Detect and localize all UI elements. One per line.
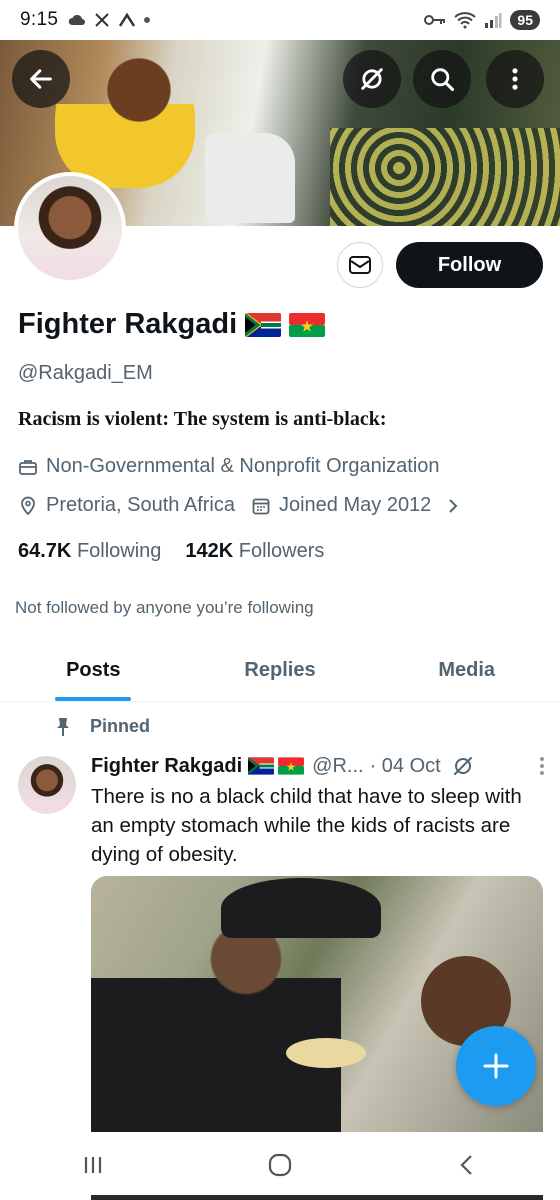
search-button[interactable] [413, 50, 471, 108]
pinned-label: Pinned [90, 716, 151, 736]
tab-replies[interactable]: Replies [187, 640, 374, 701]
profile-avatar-image [18, 176, 122, 280]
followers-label: Followers [238, 540, 325, 562]
back-nav-icon[interactable] [453, 1151, 481, 1179]
followers-count: 142K [185, 540, 234, 562]
profile-handle: @Rakgadi_EM [18, 362, 153, 384]
chevron-right-icon[interactable] [443, 496, 463, 516]
profile-category: Non-Governmental & Nonprofit Organizatio… [46, 455, 440, 477]
back-icon [30, 69, 52, 89]
dot-icon [144, 17, 151, 23]
banner-person [55, 48, 195, 188]
calendar-icon [252, 498, 270, 514]
tweet-avatar[interactable] [18, 756, 76, 814]
grok-icon[interactable] [451, 754, 475, 778]
profile-location-row: Pretoria, South Africa Joined May 2012 [18, 494, 463, 517]
profile-category-row: Non-Governmental & Nonprofit Organizatio… [18, 455, 440, 478]
following-count: 64.7K [18, 540, 72, 562]
profile-joined: Joined May 2012 [278, 494, 432, 516]
more-icon [512, 68, 518, 90]
burkina-faso-flag-icon [278, 757, 305, 775]
tweet-text: There is no a black child that have to s… [91, 785, 522, 866]
media-cap [221, 878, 381, 938]
tweet-more-icon[interactable] [538, 755, 546, 777]
following-link[interactable]: 64.7K Following [18, 540, 161, 563]
status-notification-icons [68, 12, 151, 28]
profile-bio: Racism is violent: The system is anti-bl… [18, 408, 387, 430]
wifi-icon [454, 12, 477, 29]
status-time: 9:15 [20, 9, 59, 30]
next-post-preview [91, 1195, 543, 1200]
briefcase-icon [19, 459, 37, 475]
more-options-button[interactable] [486, 50, 544, 108]
banner-mats [330, 128, 560, 226]
signal-icon [485, 13, 502, 28]
tweet-date: · 04 Oct [369, 754, 441, 777]
profile-avatar[interactable] [14, 172, 126, 284]
tab-media[interactable]: Media [373, 640, 560, 701]
battery-indicator: 95 [510, 10, 540, 30]
pinned-indicator: Pinned [54, 716, 150, 737]
media-person [91, 906, 341, 1132]
burkina-faso-flag-icon [289, 312, 326, 337]
tweet-author-name[interactable]: Fighter Rakgadi [91, 755, 242, 778]
tweet-author-handle: @R... [312, 754, 364, 777]
compose-button[interactable] [456, 1026, 536, 1106]
mail-icon [349, 256, 371, 274]
profile-location: Pretoria, South Africa [46, 494, 235, 516]
not-followed-notice: Not followed by anyone you’re following [15, 598, 314, 617]
status-bar: 9:15 95 [0, 0, 560, 40]
banner-sewing-machine [205, 133, 295, 223]
pin-icon [57, 717, 69, 736]
status-system-icons: 95 [424, 10, 540, 30]
tweet-author-flags [248, 757, 305, 775]
followers-link[interactable]: 142K Followers [185, 540, 324, 563]
key-icon [424, 15, 446, 25]
search-icon [431, 68, 455, 92]
display-name-text: Fighter Rakgadi [18, 308, 238, 340]
message-button[interactable] [337, 242, 383, 288]
grok-button[interactable] [343, 50, 401, 108]
android-nav-bar [0, 1135, 560, 1195]
south-africa-flag-icon [245, 312, 282, 337]
follow-button[interactable]: Follow [396, 242, 543, 288]
profile-stats: 64.7K Following 142K Followers [18, 540, 324, 563]
home-icon[interactable] [266, 1151, 294, 1179]
recent-apps-icon[interactable] [79, 1151, 107, 1179]
cloud-icon [68, 14, 86, 25]
plus-icon [483, 1053, 509, 1079]
tab-posts[interactable]: Posts [0, 640, 187, 701]
profile-tabs: Posts Replies Media [0, 640, 560, 702]
back-button[interactable] [12, 50, 70, 108]
grok-icon [361, 68, 383, 90]
media-plate [286, 1038, 366, 1068]
app-icon [119, 12, 136, 27]
following-label: Following [76, 540, 162, 562]
south-africa-flag-icon [248, 757, 275, 775]
location-icon [21, 496, 35, 515]
tweet-header: Fighter Rakgadi @R... · 04 Oct [91, 754, 546, 778]
profile-display-name: Fighter Rakgadi [18, 308, 326, 341]
x-logo-icon [95, 13, 109, 27]
